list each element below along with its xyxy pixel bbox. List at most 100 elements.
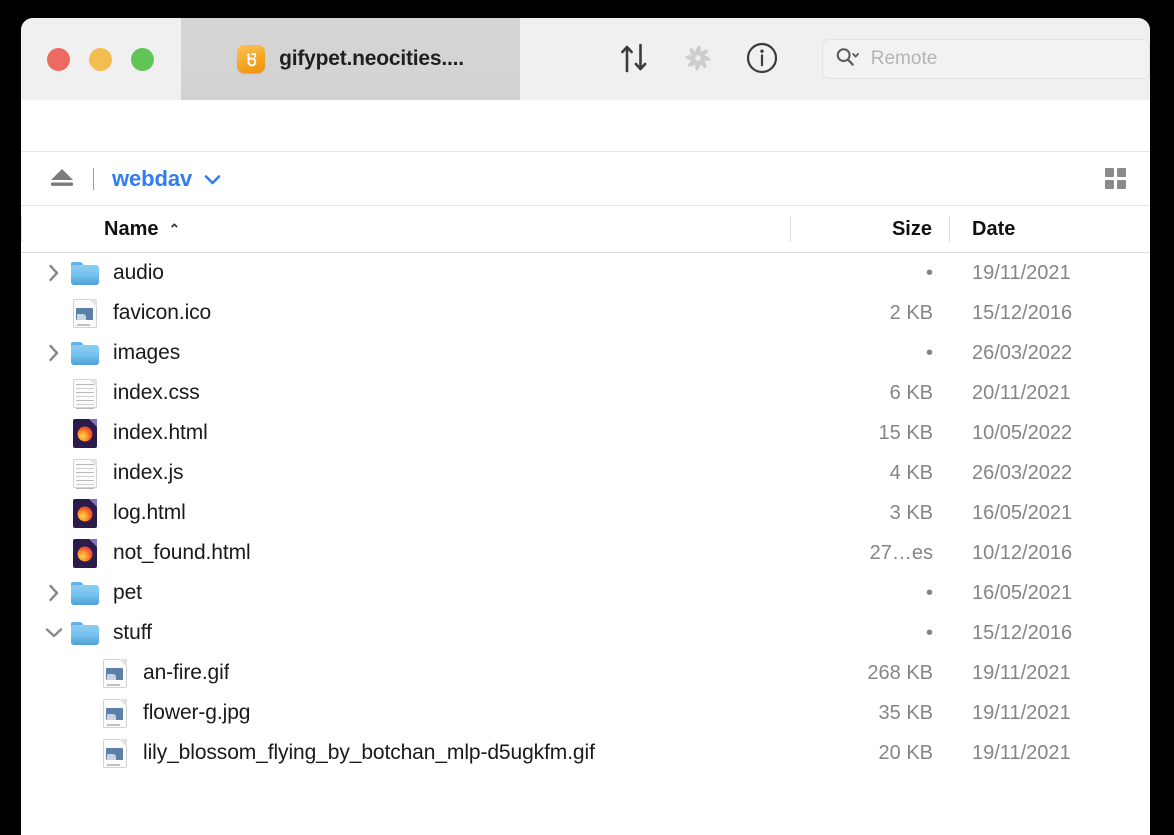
file-row[interactable]: index.css 6 KB 20/11/2021: [21, 373, 1150, 413]
browser-tab[interactable]: gifypet.neocities....: [181, 18, 520, 100]
info-circle-icon: [745, 41, 779, 78]
file-row[interactable]: flower-g.jpg 35 KB 19/11/2021: [21, 693, 1150, 733]
file-date-cell: 26/03/2022: [972, 341, 1073, 364]
search-icon[interactable]: [835, 46, 859, 73]
cyberduck-window: gifypet.neocities.... Remote webdav Name…: [21, 18, 1150, 835]
traffic-lights: [47, 48, 154, 71]
file-type-icon: [69, 298, 101, 328]
file-size-cell: 20 KB: [878, 741, 933, 764]
file-row[interactable]: favicon.ico 2 KB 15/12/2016: [21, 293, 1150, 333]
image-file-icon: [103, 658, 127, 688]
eject-icon: [48, 166, 76, 191]
file-type-icon: [99, 738, 131, 768]
file-name-label: index.js: [113, 461, 184, 484]
firefox-html-file-icon: [73, 418, 97, 448]
file-size-cell: 3 KB: [889, 501, 933, 524]
cyberduck-app-icon: [237, 45, 266, 73]
file-name-cell: log.html: [21, 498, 792, 528]
text-file-icon: [73, 458, 97, 489]
file-size-cell: 4 KB: [889, 461, 933, 484]
toolbar: [540, 18, 1150, 100]
file-name-label: not_found.html: [113, 541, 251, 564]
file-row[interactable]: log.html 3 KB 16/05/2021: [21, 493, 1150, 533]
file-name-label: log.html: [113, 501, 186, 524]
file-name-cell: stuff: [21, 621, 792, 645]
file-row[interactable]: stuff • 15/12/2016: [21, 613, 1150, 653]
file-name-label: stuff: [113, 621, 152, 644]
column-header-name-label: Name: [104, 217, 159, 240]
file-row[interactable]: images • 26/03/2022: [21, 333, 1150, 373]
file-row[interactable]: index.js 4 KB 26/03/2022: [21, 453, 1150, 493]
file-type-icon: [69, 261, 101, 285]
close-window-button[interactable]: [47, 48, 70, 71]
tab-title: gifypet.neocities....: [279, 47, 464, 70]
get-info-button[interactable]: [730, 36, 794, 82]
file-size-cell: 27…es: [869, 541, 933, 564]
file-type-icon: [69, 581, 101, 605]
chevron-right-icon[interactable]: [39, 583, 69, 603]
file-size-cell: 35 KB: [878, 701, 933, 724]
path-divider: [93, 167, 94, 190]
transfer-arrows-icon: [619, 42, 649, 77]
firefox-html-file-icon: [73, 498, 97, 528]
file-name-cell: audio: [21, 261, 792, 285]
file-date-cell: 10/12/2016: [972, 541, 1073, 564]
file-name-cell: lily_blossom_flying_by_botchan_mlp-d5ugk…: [21, 738, 792, 768]
toolbar-separator-band: [21, 100, 1150, 152]
column-header-size[interactable]: Size: [791, 218, 949, 241]
file-name-label: lily_blossom_flying_by_botchan_mlp-d5ugk…: [143, 741, 595, 764]
image-file-icon: [103, 738, 127, 768]
column-headers: Name ⌃ Size Date: [21, 206, 1150, 253]
chevron-down-icon[interactable]: [203, 166, 222, 192]
folder-icon: [71, 621, 99, 645]
file-row[interactable]: an-fire.gif 268 KB 19/11/2021: [21, 653, 1150, 693]
column-header-date[interactable]: Date: [950, 218, 1150, 241]
sort-ascending-icon: ⌃: [168, 221, 181, 237]
file-row[interactable]: audio • 19/11/2021: [21, 253, 1150, 293]
text-file-icon: [73, 378, 97, 409]
file-name-cell: favicon.ico: [21, 298, 792, 328]
file-date-cell: 15/12/2016: [972, 621, 1073, 644]
grid-view-button[interactable]: [1098, 164, 1132, 194]
firefox-html-file-icon: [73, 538, 97, 568]
path-bar: webdav: [21, 152, 1150, 206]
file-row[interactable]: pet • 16/05/2021: [21, 573, 1150, 613]
disconnect-button[interactable]: [666, 36, 730, 82]
file-row[interactable]: not_found.html 27…es 10/12/2016: [21, 533, 1150, 573]
file-name-label: images: [113, 341, 181, 364]
file-name-label: index.html: [113, 421, 208, 444]
file-date-cell: 16/05/2021: [972, 581, 1073, 604]
file-name-label: favicon.ico: [113, 301, 212, 324]
file-date-cell: 15/12/2016: [972, 301, 1073, 324]
file-size-cell: 2 KB: [889, 301, 933, 324]
chevron-down-icon[interactable]: [39, 626, 69, 640]
file-name-label: pet: [113, 581, 142, 604]
file-size-cell: 15 KB: [878, 421, 933, 444]
folder-icon: [71, 261, 99, 285]
breadcrumb[interactable]: webdav: [112, 166, 222, 192]
column-header-name[interactable]: Name ⌃: [22, 218, 790, 241]
minimize-window-button[interactable]: [89, 48, 112, 71]
file-type-icon: [69, 418, 101, 448]
maximize-window-button[interactable]: [131, 48, 154, 71]
file-date-cell: 19/11/2021: [972, 701, 1071, 724]
file-name-cell: flower-g.jpg: [21, 698, 792, 728]
file-date-cell: 19/11/2021: [972, 261, 1071, 284]
eject-button[interactable]: [45, 164, 79, 194]
file-date-cell: 10/05/2022: [972, 421, 1073, 444]
search-input[interactable]: [864, 48, 1137, 70]
file-row[interactable]: index.html 15 KB 10/05/2022: [21, 413, 1150, 453]
file-name-cell: images: [21, 341, 792, 365]
file-size-cell: •: [925, 581, 933, 604]
file-date-cell: 20/11/2021: [972, 381, 1071, 404]
transfers-button[interactable]: [602, 36, 666, 82]
chevron-right-icon[interactable]: [39, 343, 69, 363]
file-name-label: an-fire.gif: [143, 661, 230, 684]
file-row[interactable]: lily_blossom_flying_by_botchan_mlp-d5ugk…: [21, 733, 1150, 773]
pinwheel-icon: [682, 42, 714, 77]
image-file-icon: [103, 698, 127, 728]
chevron-right-icon[interactable]: [39, 263, 69, 283]
file-date-cell: 19/11/2021: [972, 741, 1071, 764]
file-name-cell: index.css: [21, 378, 792, 409]
search-field[interactable]: [821, 39, 1150, 79]
